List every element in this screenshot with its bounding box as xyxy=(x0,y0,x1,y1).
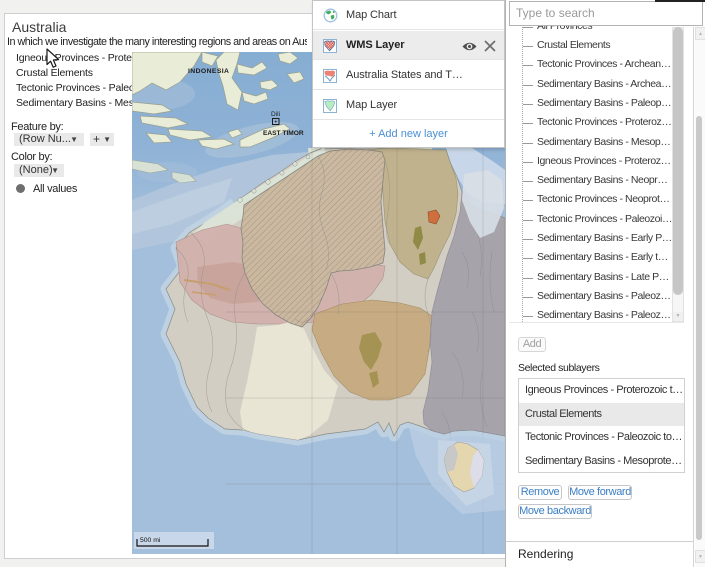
svg-text:500 mi: 500 mi xyxy=(140,537,161,544)
svg-text:EAST TIMOR: EAST TIMOR xyxy=(263,130,304,137)
svg-text:INDONESIA: INDONESIA xyxy=(188,68,229,75)
svg-text:Dili: Dili xyxy=(271,111,280,118)
